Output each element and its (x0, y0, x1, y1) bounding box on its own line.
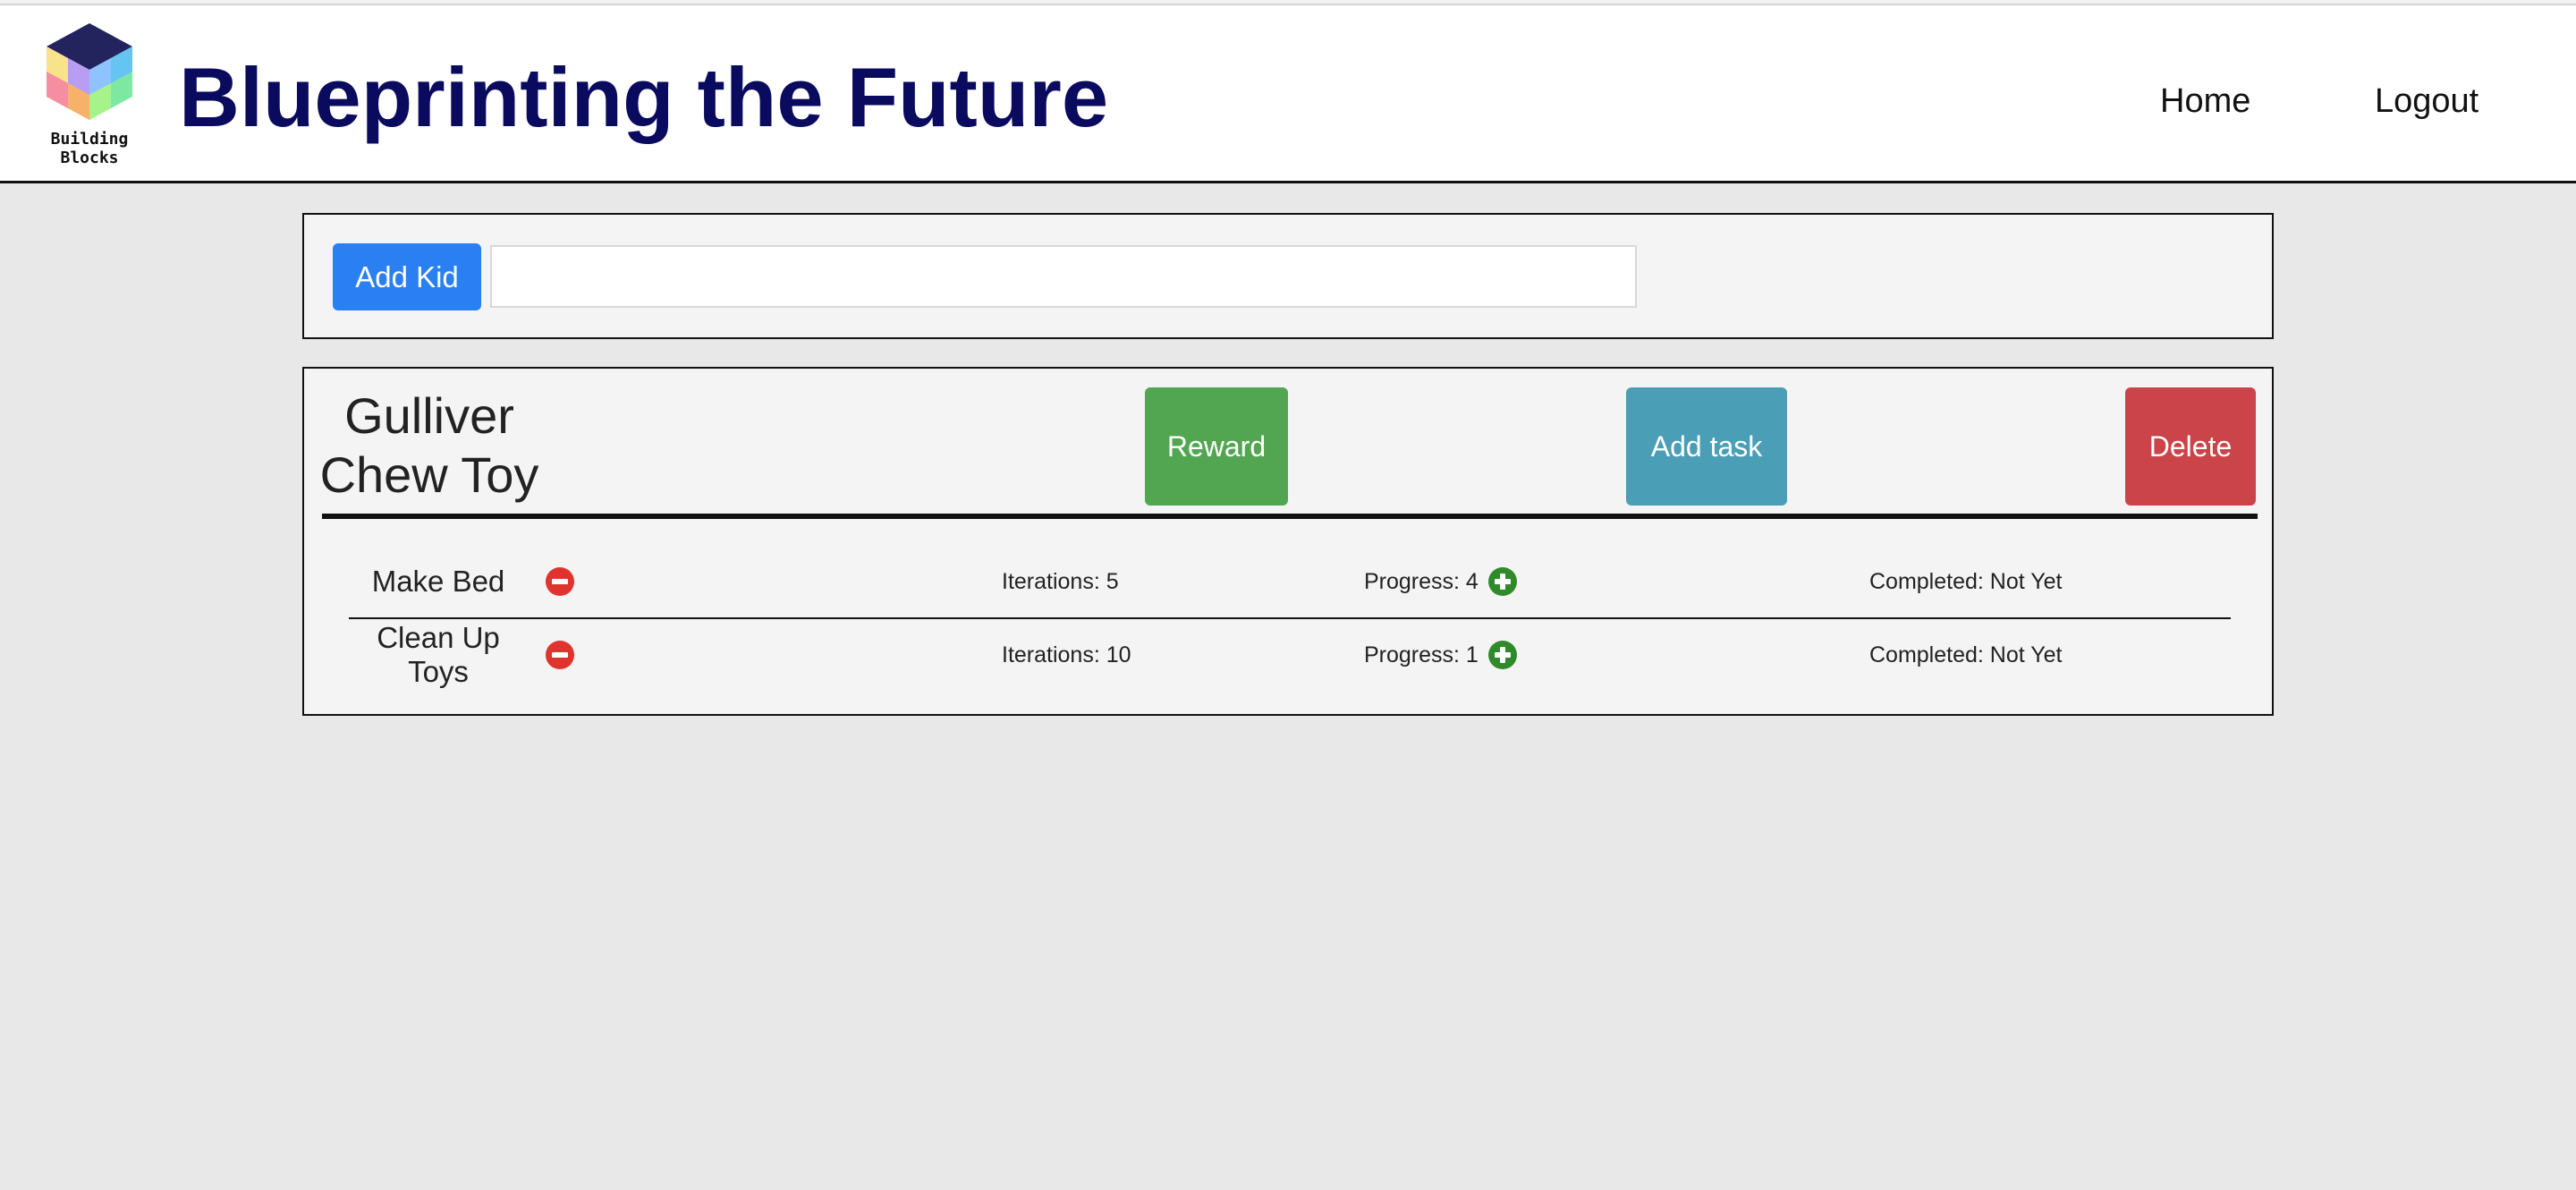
add-kid-button[interactable]: Add Kid (333, 243, 481, 310)
logo-text: Building Blocks (50, 130, 129, 167)
delete-kid-button[interactable]: Delete (2125, 387, 2256, 506)
add-kid-panel: Add Kid (302, 213, 2274, 339)
task-name: Clean Up Toys (377, 621, 500, 688)
kid-name-line-2: Chew Toy (319, 446, 539, 503)
task-name: Make Bed (371, 565, 505, 598)
reward-button[interactable]: Reward (1145, 387, 1288, 506)
kid-card: Gulliver Chew Toy Reward Add task Delete… (302, 367, 2274, 716)
nav-logout-link[interactable]: Logout (2375, 82, 2479, 121)
task-progress: Progress: 4 (1364, 569, 1479, 594)
page-title: Blueprinting the Future (179, 50, 1109, 144)
kid-name: Gulliver Chew Toy (313, 387, 546, 505)
task-iterations: Iterations: 5 (1002, 569, 1119, 594)
task-row: Make Bed Iterations: 5 Progress: 4 Compl… (349, 546, 2231, 619)
kid-name-line-1: Gulliver (344, 387, 514, 444)
minus-circle-icon[interactable] (546, 641, 574, 669)
task-progress: Progress: 1 (1364, 642, 1479, 667)
task-completed: Completed: Not Yet (1869, 642, 2063, 667)
task-row: Clean Up Toys Iterations: 10 Progress: 1… (349, 619, 2231, 691)
plus-circle-icon[interactable] (1488, 641, 1517, 669)
plus-circle-icon[interactable] (1488, 567, 1517, 596)
minus-circle-icon[interactable] (546, 567, 574, 596)
add-task-button[interactable]: Add task (1626, 387, 1787, 506)
task-completed: Completed: Not Yet (1869, 569, 2063, 594)
cube-logo-icon (47, 23, 132, 120)
kid-name-input[interactable] (490, 245, 1637, 308)
site-header: Building Blocks Blueprinting the Future … (0, 5, 2576, 183)
task-iterations: Iterations: 10 (1002, 642, 1131, 667)
nav-home-link[interactable]: Home (2160, 82, 2250, 121)
kid-header-divider (322, 514, 2258, 519)
brand-logo[interactable]: Building Blocks (18, 20, 161, 167)
